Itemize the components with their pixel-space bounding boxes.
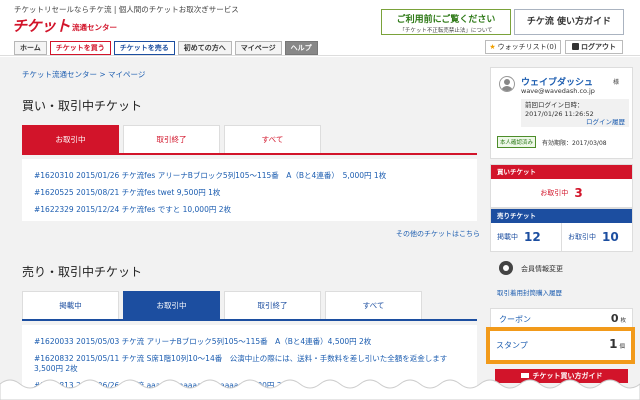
tab-selling-in-progress[interactable]: お取引中 [123,291,220,319]
login-history-link[interactable]: ログイン履歴 [525,118,625,127]
sell-tickets-header: 売りチケット [491,209,632,223]
breadcrumb[interactable]: チケット流通センター > マイページ [22,69,145,80]
sell-tickets-summary: 売りチケット 掲載中 12 お取引中 10 [490,208,633,252]
selling-row[interactable]: #1620832 2015/05/11 チケ流 S席1階10列10〜14番 公演… [34,353,447,364]
nav-sell-tickets[interactable]: チケットを売る [113,41,175,55]
stamp-row[interactable]: スタンプ 1個 [486,327,635,364]
buying-tabs: お取引中 取引終了 すべて [22,125,325,153]
main-nav: ホーム チケットを買う チケットを売る 初めての方へ マイページ ヘルプ [14,41,321,55]
last-login-value: 2017/01/26 11:26:52 [525,109,594,118]
sell-trading-count: 10 [602,230,619,244]
sell-listing-label: 掲載中 [497,233,518,241]
member-settings-link[interactable]: 会員情報変更 [521,264,563,274]
nav-help[interactable]: ヘルプ [284,41,318,55]
buy-tickets-header: 買いチケット [491,165,632,179]
watchlist-label: ウォッチリスト(0) [497,43,557,51]
usage-guide-button[interactable]: チケ流 使い方ガイド [514,9,624,35]
stamp-label: スタンプ [496,341,528,350]
coupon-unit: 枚 [620,318,626,324]
verified-badge: 本人確認済み [497,136,537,148]
logo-sub-text: 流通センター [72,23,118,32]
sidebar: ウェイブダッシュ 様 wave@wavedash.co.jp 前回ログイン日時：… [483,57,640,400]
tab-buying-all[interactable]: すべて [224,125,321,153]
buy-in-progress-label: お取引中 [540,189,569,197]
logout-button[interactable]: ログアウト [565,40,623,54]
buying-ticket-list: #1620310 2015/01/26 チケ流fes アリーナBブロック5列10… [22,159,477,221]
watchlist-button[interactable]: ★ ウォッチリスト(0) [485,40,561,54]
selling-tabs: 掲載中 お取引中 取引終了 すべて [22,291,426,319]
buying-tab-underline [22,153,477,155]
last-login-box: 前回ログイン日時： 2017/01/26 11:26:52 ログイン履歴 [521,99,629,127]
expiry-date: 有効期限：2017/03/08 [542,140,607,147]
sell-listing-count: 12 [524,230,541,244]
logout-label: ログアウト [581,43,616,51]
notice-title: ご利用前にご覧ください [396,15,496,25]
notice-banner[interactable]: ご利用前にご覧ください 「チケット不正転売禁止法」について [381,9,511,35]
buy-in-progress: お取引中 3 [491,186,632,200]
nav-buy-tickets[interactable]: チケットを買う [49,41,111,55]
site-logo[interactable]: チケット 流通センター [12,14,117,36]
user-email: wave@wavedash.co.jp [521,87,595,95]
nav-mypage[interactable]: マイページ [234,41,282,55]
buying-row[interactable]: #1622329 2015/12/24 チケ流fes ですと 10,000円 2… [34,204,231,215]
sell-trading-stat[interactable]: お取引中 10 [561,223,632,251]
buying-row[interactable]: #1620525 2015/08/21 チケ流fes twet 9,500円 1… [34,187,220,198]
coupon-label: クーポン [499,315,531,324]
more-tickets-link[interactable]: その他のチケットはこちら [396,229,480,239]
tab-buying-completed[interactable]: 取引終了 [123,125,220,153]
selling-row[interactable]: #1620033 2015/05/03 チケ流 アリーナBブロック5列105〜1… [34,336,371,347]
star-icon: ★ [489,43,496,51]
last-login-label: 前回ログイン日時： [525,101,584,109]
nav-home[interactable]: ホーム [14,41,47,55]
user-card: ウェイブダッシュ 様 wave@wavedash.co.jp 前回ログイン日時：… [490,67,633,159]
main-content: チケット流通センター > マイページ 買い・取引中チケット お取引中 取引終了 … [0,57,483,400]
tab-selling-listing[interactable]: 掲載中 [22,291,119,319]
selling-section-title: 売り・取引中チケット [22,265,143,279]
site-header: チケットリセールならチケ流 | 個人間のチケットお取次ぎサービス チケット 流通… [0,0,640,56]
stamp-unit: 個 [619,344,625,350]
avatar-icon [499,76,515,92]
gear-icon [499,261,513,275]
stamp-count: 1 [609,337,618,351]
envelope-history-link[interactable]: 取引着用封筒購入履歴 [497,287,562,297]
sell-trading-label: お取引中 [568,233,596,241]
tab-selling-all[interactable]: すべて [325,291,422,319]
coupon-count: 0 [610,312,619,325]
tab-buying-in-progress[interactable]: お取引中 [22,125,119,153]
notice-subtitle: 「チケット不正転売禁止法」について [399,28,493,34]
sell-listing-stat[interactable]: 掲載中 12 [491,223,561,251]
tab-selling-completed[interactable]: 取引終了 [224,291,321,319]
torn-edge [0,379,640,400]
buying-row[interactable]: #1620310 2015/01/26 チケ流fes アリーナBブロック5列10… [34,170,386,181]
user-honorific: 様 [613,79,620,86]
lock-icon [572,43,579,50]
selling-tab-underline [22,319,477,321]
nav-first-time[interactable]: 初めての方へ [177,41,232,55]
buy-tickets-summary[interactable]: 買いチケット お取引中 3 [490,164,633,208]
logo-main-text: チケット [12,17,71,35]
buying-section-title: 買い・取引中チケット [22,99,143,113]
buy-in-progress-count: 3 [574,186,583,200]
